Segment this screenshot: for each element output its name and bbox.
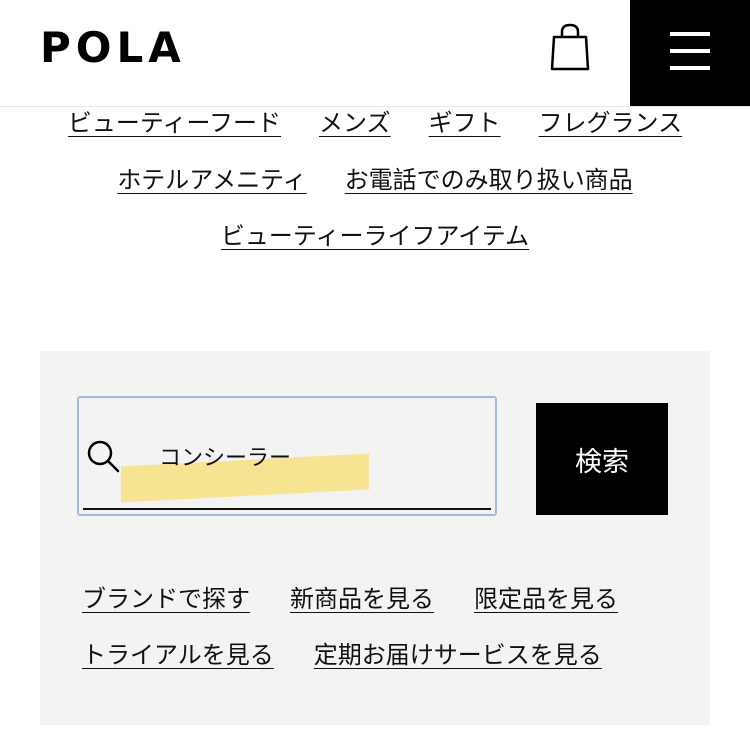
search-panel: 検索 ブランドで探す 新商品を見る 限定品を見る トライアルを見る 定期お届けサービス…	[40, 351, 710, 725]
search-button[interactable]: 検索	[536, 403, 668, 515]
category-link-beauty-food[interactable]: ビューティーフード	[68, 106, 281, 140]
category-link-fragrance[interactable]: フレグランス	[539, 106, 683, 140]
search-input[interactable]	[159, 436, 479, 476]
category-link-hotel-amenity[interactable]: ホテルアメニティ	[117, 163, 306, 197]
page: POLA ビューティーフード メンズ ギフト フレグランス ホテルアメニティ お電話での…	[0, 0, 750, 750]
search-input-underline	[83, 508, 491, 510]
shopping-bag-icon[interactable]	[548, 22, 592, 72]
quick-links-row-1: ブランドで探す 新商品を見る 限定品を見る	[82, 582, 658, 616]
category-link-mens[interactable]: メンズ	[319, 106, 391, 140]
site-header: POLA	[0, 0, 750, 107]
quick-links-row-2: トライアルを見る 定期お届けサービスを見る	[82, 638, 642, 672]
pola-logo[interactable]: POLA	[40, 22, 186, 74]
category-link-phone-only[interactable]: お電話でのみ取り扱い商品	[345, 163, 633, 197]
link-search-by-brand[interactable]: ブランドで探す	[82, 585, 250, 613]
category-link-beauty-life-item[interactable]: ビューティーライフアイテム	[221, 219, 529, 253]
category-row-2: ホテルアメニティ お電話でのみ取り扱い商品	[0, 163, 750, 197]
search-box[interactable]	[77, 396, 497, 516]
link-new-products[interactable]: 新商品を見る	[290, 585, 434, 613]
link-limited-products[interactable]: 限定品を見る	[474, 585, 618, 613]
category-row-3: ビューティーライフアイテム	[0, 219, 750, 253]
link-trial[interactable]: トライアルを見る	[82, 641, 274, 669]
category-row-1: ビューティーフード メンズ ギフト フレグランス	[0, 106, 750, 140]
category-link-gift[interactable]: ギフト	[429, 106, 501, 140]
link-subscription-service[interactable]: 定期お届けサービスを見る	[314, 641, 602, 669]
menu-button[interactable]	[630, 0, 750, 106]
search-icon	[85, 438, 121, 474]
